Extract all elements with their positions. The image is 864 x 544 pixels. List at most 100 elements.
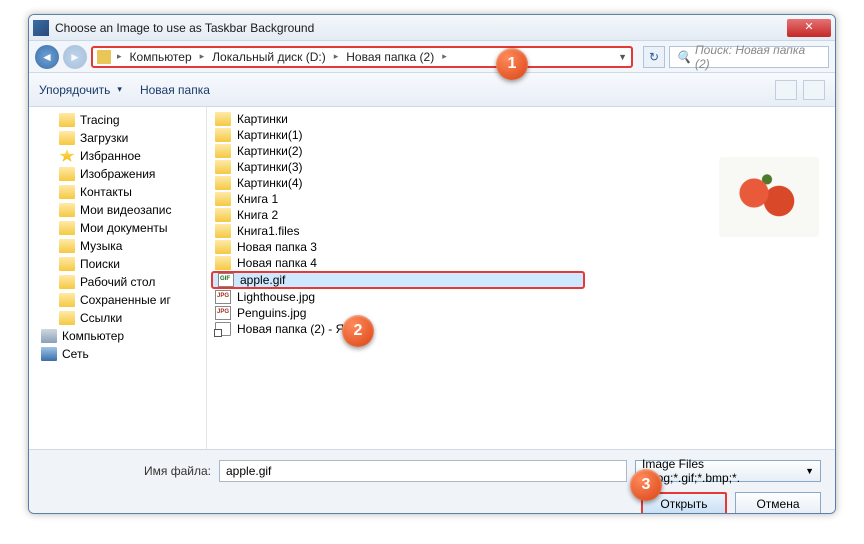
file-name: Lighthouse.jpg <box>237 290 315 304</box>
chevron-right-icon: ▸ <box>113 51 126 62</box>
file-list[interactable]: КартинкиКартинки(1)Картинки(2)Картинки(3… <box>207 107 705 449</box>
folder-icon <box>59 185 75 199</box>
folder-icon <box>59 257 75 271</box>
folder-icon <box>59 311 75 325</box>
file-name: Книга 1 <box>237 192 278 206</box>
tree-item[interactable]: Рабочий стол <box>29 273 206 291</box>
dialog-footer: Имя файла: Image Files (*.jpg;*.gif;*.bm… <box>29 449 835 514</box>
folder-icon <box>215 176 231 190</box>
file-row[interactable]: Новая папка (2) - Ярлык <box>207 321 705 337</box>
back-button[interactable]: ◄ <box>35 45 59 69</box>
window-title: Choose an Image to use as Taskbar Backgr… <box>55 21 787 35</box>
breadcrumb-item[interactable]: Новая папка (2) <box>344 50 436 64</box>
search-input[interactable]: 🔍 Поиск: Новая папка (2) <box>669 46 829 68</box>
file-row[interactable]: Penguins.jpg <box>207 305 705 321</box>
folder-icon <box>59 203 75 217</box>
tree-item[interactable]: Избранное <box>29 147 206 165</box>
file-row[interactable]: Книга1.files <box>207 223 705 239</box>
file-name: Penguins.jpg <box>237 306 306 320</box>
tree-item[interactable]: Сохраненные иг <box>29 291 206 309</box>
help-button[interactable] <box>803 80 825 100</box>
breadcrumb-item[interactable]: Компьютер <box>128 50 194 64</box>
file-row[interactable]: apple.gif <box>211 271 585 289</box>
chevron-down-icon: ▼ <box>805 466 814 476</box>
tree-label: Компьютер <box>62 329 124 343</box>
address-bar[interactable]: ▸ Компьютер ▸ Локальный диск (D:) ▸ Нова… <box>91 46 633 68</box>
file-row[interactable]: Картинки(4) <box>207 175 705 191</box>
organize-menu[interactable]: Упорядочить <box>39 83 122 97</box>
folder-icon <box>215 224 231 238</box>
jpg-icon <box>215 290 231 304</box>
tree-item[interactable]: Ссылки <box>29 309 206 327</box>
tree-label: Поиски <box>80 257 120 271</box>
folder-icon <box>41 347 57 361</box>
tree-item[interactable]: Загрузки <box>29 129 206 147</box>
tree-label: Сеть <box>62 347 89 361</box>
nav-tree[interactable]: Tracing Загрузки Избранное Изображения Конта… <box>29 107 207 449</box>
tree-item[interactable]: Музыка <box>29 237 206 255</box>
tree-label: Мои видеозапис <box>80 203 172 217</box>
file-row[interactable]: Картинки(3) <box>207 159 705 175</box>
callout-3: 3 <box>630 469 662 501</box>
tree-label: Рабочий стол <box>80 275 155 289</box>
file-row[interactable]: Книга 1 <box>207 191 705 207</box>
file-name: Картинки(3) <box>237 160 303 174</box>
folder-icon <box>59 131 75 145</box>
forward-button[interactable]: ► <box>63 45 87 69</box>
chevron-right-icon: ▸ <box>438 51 451 62</box>
file-row[interactable]: Новая папка 3 <box>207 239 705 255</box>
file-row[interactable]: Новая папка 4 <box>207 255 705 271</box>
jpg-icon <box>215 306 231 320</box>
tree-label: Избранное <box>80 149 141 163</box>
breadcrumb-item[interactable]: Локальный диск (D:) <box>210 50 328 64</box>
titlebar: Choose an Image to use as Taskbar Backgr… <box>29 15 835 41</box>
folder-icon <box>215 256 231 270</box>
new-folder-button[interactable]: Новая папка <box>140 83 210 97</box>
folder-icon <box>215 160 231 174</box>
cancel-button[interactable]: Отмена <box>735 492 821 514</box>
search-placeholder: Поиск: Новая папка (2) <box>695 43 822 71</box>
folder-icon <box>215 128 231 142</box>
tree-item[interactable]: Мои документы <box>29 219 206 237</box>
preview-image <box>719 157 819 237</box>
tree-item[interactable]: Поиски <box>29 255 206 273</box>
filename-input[interactable] <box>219 460 627 482</box>
callout-1: 1 <box>496 48 528 80</box>
file-dialog: Choose an Image to use as Taskbar Backgr… <box>28 14 836 514</box>
view-button[interactable] <box>775 80 797 100</box>
tree-item[interactable]: Tracing <box>29 111 206 129</box>
file-name: Картинки <box>237 112 288 126</box>
tree-label: Музыка <box>80 239 122 253</box>
filename-label: Имя файла: <box>43 464 211 478</box>
file-row[interactable]: Картинки(1) <box>207 127 705 143</box>
file-name: Картинки(4) <box>237 176 303 190</box>
filetype-select[interactable]: Image Files (*.jpg;*.gif;*.bmp;*. ▼ <box>635 460 821 482</box>
folder-icon <box>59 167 75 181</box>
app-icon <box>33 20 49 36</box>
chevron-right-icon: ▸ <box>196 51 209 62</box>
tree-item[interactable]: Мои видеозапис <box>29 201 206 219</box>
file-row[interactable]: Книга 2 <box>207 207 705 223</box>
tree-item[interactable]: Компьютер <box>29 327 206 345</box>
file-row[interactable]: Картинки <box>207 111 705 127</box>
folder-icon <box>59 239 75 253</box>
file-row[interactable]: Картинки(2) <box>207 143 705 159</box>
filetype-value: Image Files (*.jpg;*.gif;*.bmp;*. <box>642 457 805 485</box>
folder-icon <box>215 208 231 222</box>
refresh-button[interactable]: ↻ <box>643 46 665 68</box>
tree-item[interactable]: Изображения <box>29 165 206 183</box>
toolbar: Упорядочить Новая папка <box>29 73 835 107</box>
folder-icon <box>97 50 111 64</box>
dropdown-icon[interactable]: ▼ <box>618 52 627 62</box>
tree-item[interactable]: Контакты <box>29 183 206 201</box>
folder-icon <box>215 144 231 158</box>
tree-label: Сохраненные иг <box>80 293 171 307</box>
chevron-right-icon: ▸ <box>330 51 343 62</box>
tree-label: Изображения <box>80 167 155 181</box>
folder-icon <box>41 329 57 343</box>
file-row[interactable]: Lighthouse.jpg <box>207 289 705 305</box>
tree-label: Контакты <box>80 185 132 199</box>
tree-item[interactable]: Сеть <box>29 345 206 363</box>
tree-label: Загрузки <box>80 131 128 145</box>
close-button[interactable]: ✕ <box>787 19 831 37</box>
